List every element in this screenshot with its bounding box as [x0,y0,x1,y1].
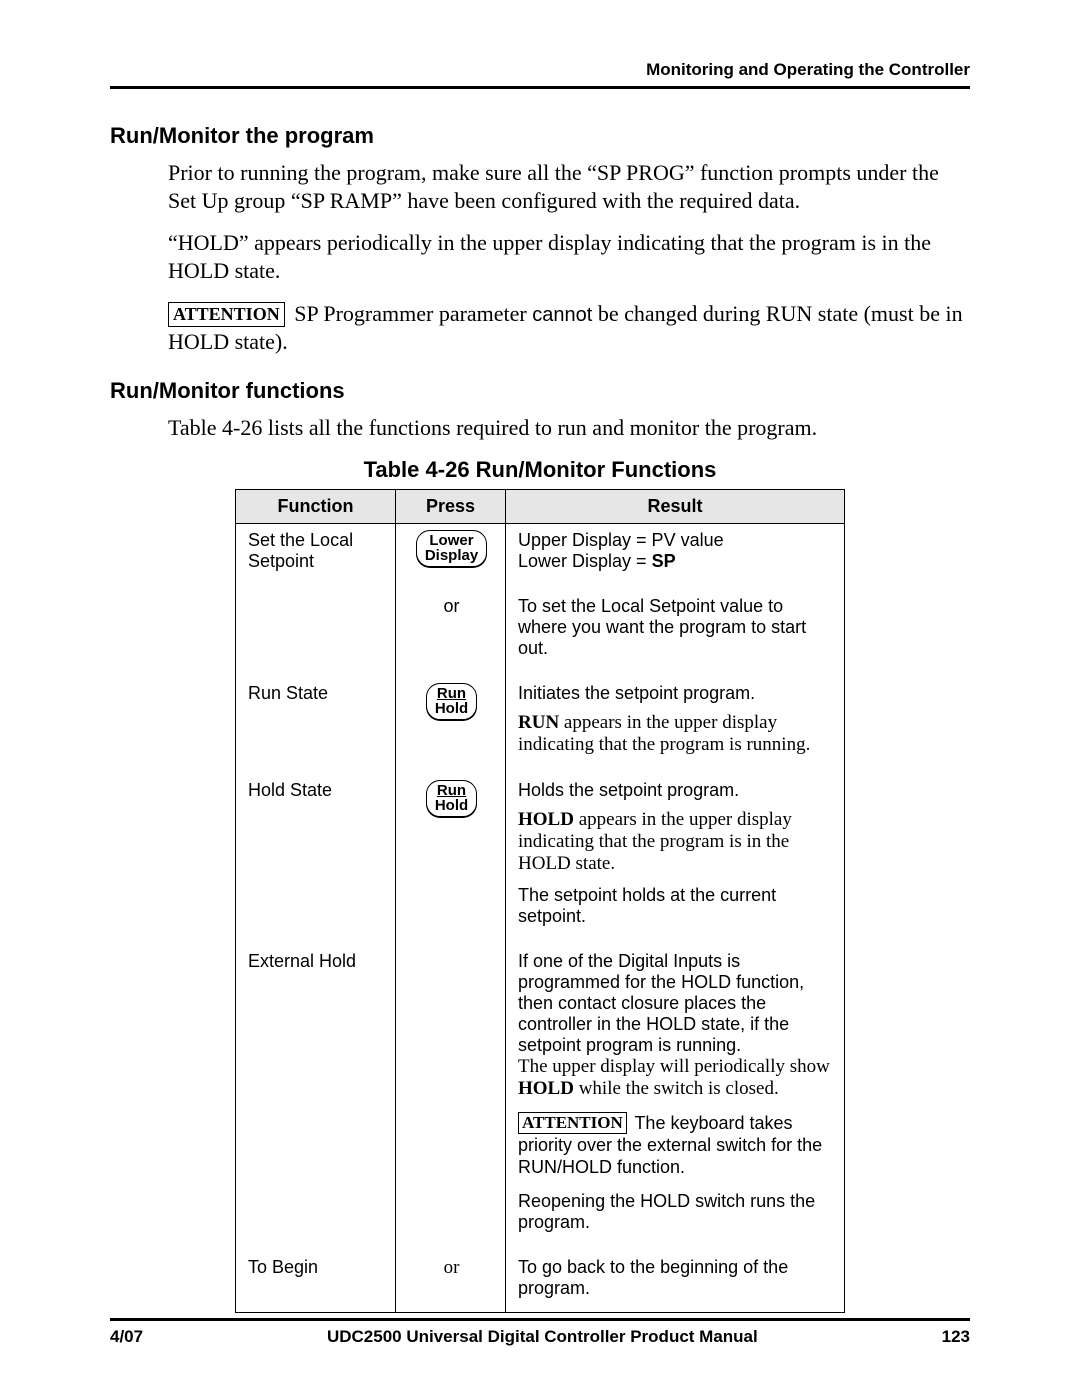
attention-line: ATTENTION The keyboard takes priority ov… [518,1112,834,1179]
text: while the switch is closed. [574,1078,779,1099]
functions-table: Function Press Result Set the Local Setp… [235,489,845,1313]
text-bold: RUN [518,712,559,733]
text: The upper display will periodically show… [518,1056,834,1100]
footer-rule [110,1318,970,1321]
th-result: Result [506,489,845,523]
cell-result: If one of the Digital Inputs is programm… [506,945,845,1239]
footer-date: 4/07 [110,1327,143,1347]
cell-press: Run Hold [396,774,506,933]
text: Initiates the setpoint program. [518,683,834,704]
cell-function: Run State [236,677,396,762]
text: Lower Display = [518,551,652,571]
or-text: or [443,596,459,616]
key-line: Run [435,783,468,798]
table-header-row: Function Press Result [236,489,845,523]
running-header: Monitoring and Operating the Controller [110,60,970,80]
text-em: cannot [532,304,592,326]
cell-press: Lower Display [396,523,506,578]
page: Monitoring and Operating the Controller … [0,0,1080,1353]
cell-result: Upper Display = PV value Lower Display =… [506,523,845,578]
table-row: or To set the Local Setpoint value to wh… [236,590,845,665]
keycap-run-hold: Run Hold [426,683,477,720]
text: The upper display will periodically show [518,1056,830,1077]
table-caption: Table 4-26 Run/Monitor Functions [110,457,970,483]
text: RUN appears in the upper display indicat… [518,712,834,756]
cell-press [396,945,506,1239]
cell-function [236,590,396,665]
table-row: Run State Run Hold Initiates the setpoin… [236,677,845,762]
key-line: Display [425,548,478,563]
or-text: or [444,1257,460,1278]
key-line: Lower [425,533,478,548]
table-row: Hold State Run Hold Holds the setpoint p… [236,774,845,933]
cell-result: To set the Local Setpoint value to where… [506,590,845,665]
section1-body: Prior to running the program, make sure … [168,159,970,356]
text: The setpoint holds at the current setpoi… [518,885,834,927]
attention-para: ATTENTION SP Programmer parameter cannot… [168,300,970,357]
text: Reopening the HOLD switch runs the progr… [518,1191,834,1233]
cell-result: Initiates the setpoint program. RUN appe… [506,677,845,762]
text: SP Programmer parameter [294,301,532,326]
key-line: Hold [435,701,468,716]
key-line: Hold [435,798,468,813]
text: Upper Display = PV value [518,530,834,551]
keycap-lower-display: Lower Display [416,530,487,567]
cell-press: or [396,590,506,665]
key-line: Run [435,686,468,701]
cell-result: To go back to the beginning of the progr… [506,1251,845,1313]
section2-body: Table 4-26 lists all the functions requi… [168,414,970,442]
cell-press: or [396,1251,506,1313]
attention-badge: ATTENTION [168,302,285,327]
text-bold: HOLD [518,1078,574,1099]
th-press: Press [396,489,506,523]
text-bold: SP [652,551,676,571]
para: “HOLD” appears periodically in the upper… [168,229,970,285]
table-row: Set the Local Setpoint Lower Display Upp… [236,523,845,578]
text: HOLD appears in the upper display indica… [518,809,834,875]
cell-function: Hold State [236,774,396,933]
cell-function: Set the Local Setpoint [236,523,396,578]
footer-title: UDC2500 Universal Digital Controller Pro… [327,1327,758,1347]
cell-function: To Begin [236,1251,396,1313]
th-function: Function [236,489,396,523]
para: Table 4-26 lists all the functions requi… [168,414,970,442]
text: Holds the setpoint program. [518,780,834,801]
section2-title: Run/Monitor functions [110,378,970,404]
text: Lower Display = SP [518,551,834,572]
page-footer: 4/07 UDC2500 Universal Digital Controlle… [110,1318,970,1347]
attention-badge: ATTENTION [518,1112,627,1134]
text: appears in the upper display indicating … [518,712,810,755]
section1-title: Run/Monitor the program [110,123,970,149]
cell-function: External Hold [236,945,396,1239]
text-bold: HOLD [518,809,574,830]
cell-result: Holds the setpoint program. HOLD appears… [506,774,845,933]
para: Prior to running the program, make sure … [168,159,970,215]
table-row: External Hold If one of the Digital Inpu… [236,945,845,1239]
text: If one of the Digital Inputs is programm… [518,951,834,1056]
table-row: To Begin or To go back to the beginning … [236,1251,845,1313]
cell-press: Run Hold [396,677,506,762]
header-rule [110,86,970,89]
footer-page: 123 [942,1327,970,1347]
keycap-run-hold: Run Hold [426,780,477,817]
